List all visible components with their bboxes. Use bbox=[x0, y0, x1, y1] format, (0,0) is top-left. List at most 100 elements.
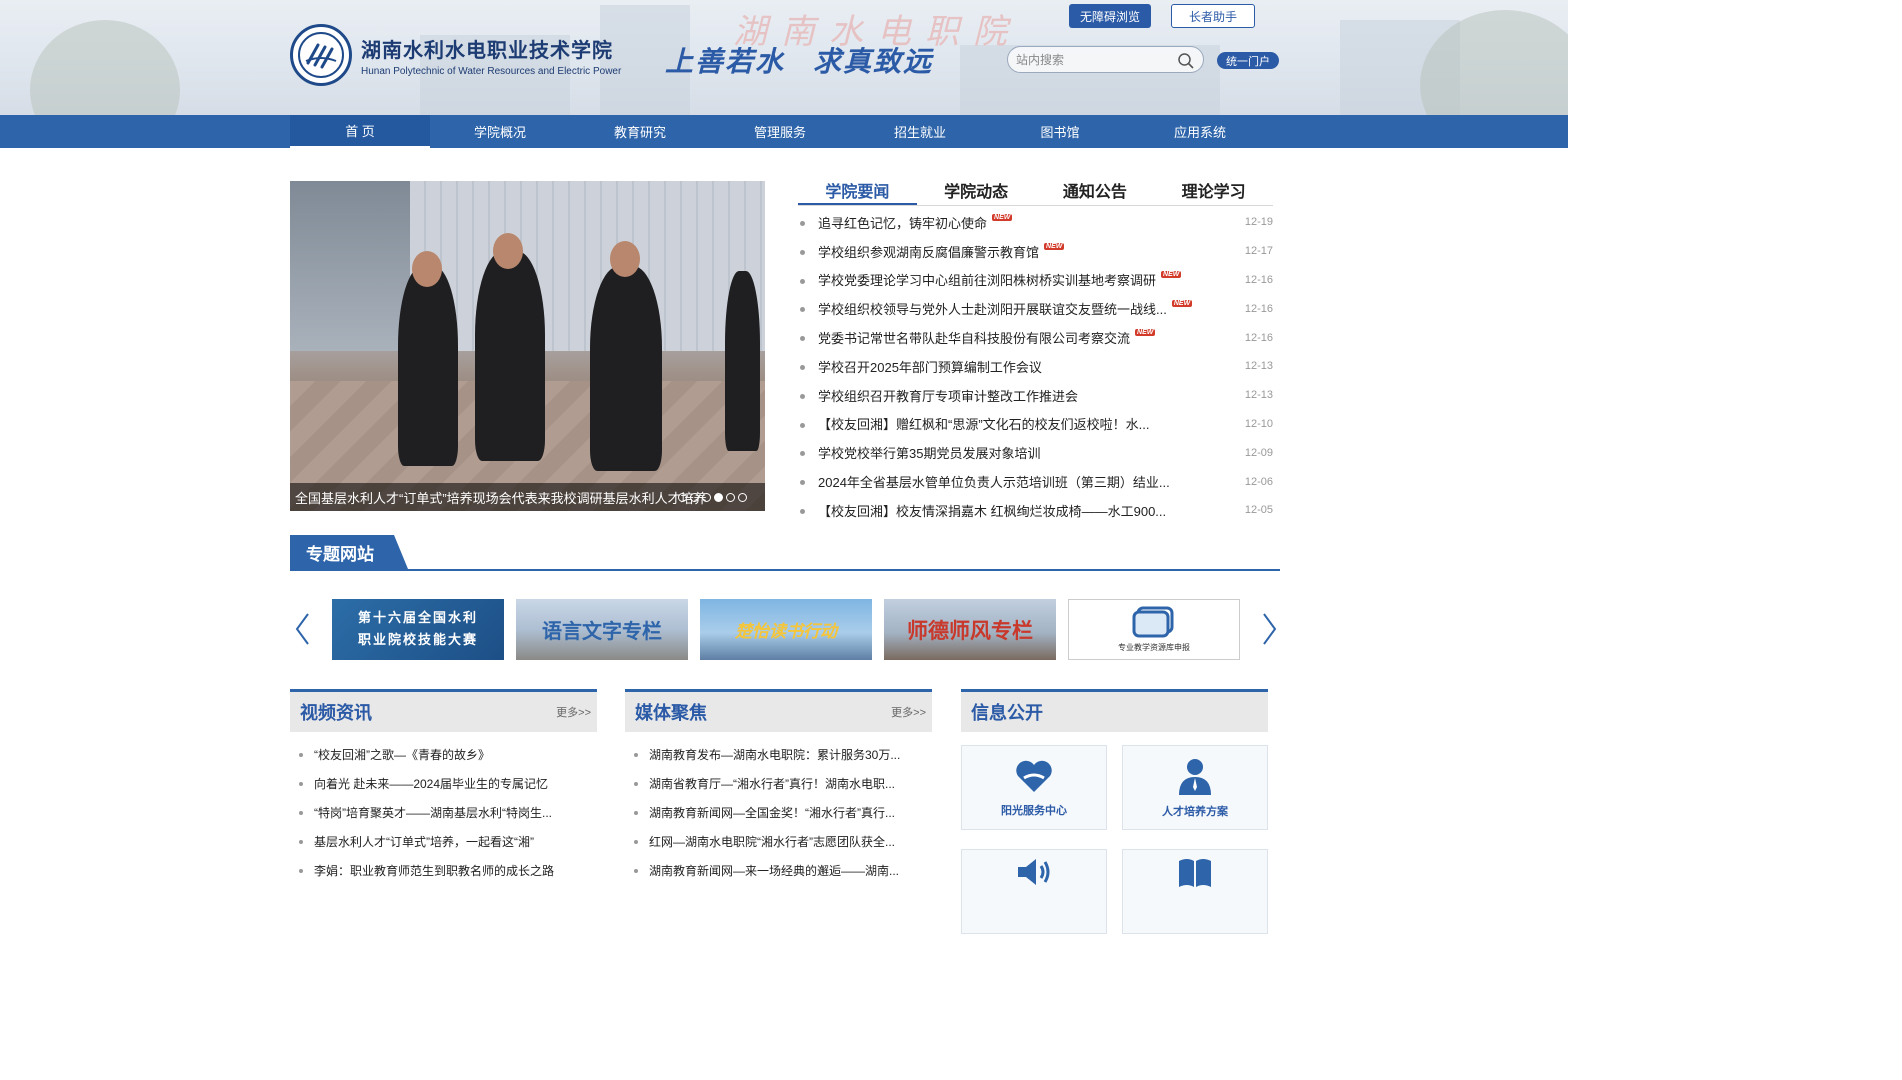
video-news-column: 视频资讯 更多>> “校友回湘”之歌—《青春的故乡》 向着光 赴未来——2024届… bbox=[290, 689, 597, 885]
news-item-title[interactable]: 学校召开2025年部门预算编制工作会议 bbox=[818, 357, 1042, 376]
video-news-item[interactable]: “校友回湘”之歌—《青春的故乡》 bbox=[290, 740, 597, 769]
video-news-item[interactable]: “特岗”培育聚英才——湖南基层水利“特岗生... bbox=[290, 798, 597, 827]
video-news-item[interactable]: 基层水利人才“订单式”培养，一起看这“湘” bbox=[290, 827, 597, 856]
special-site-teacher-ethics[interactable]: 师德师风专栏 bbox=[884, 599, 1056, 660]
media-focus-list: 湖南教育发布—湖南水电职院：累计服务30万... 湖南省教育厅—“湘水行者”真行！… bbox=[625, 740, 932, 885]
news-item-date: 12-19 bbox=[1244, 216, 1273, 229]
media-focus-item[interactable]: 湖南教育发布—湖南水电职院：累计服务30万... bbox=[625, 740, 932, 769]
nav-item-education-research[interactable]: 教育研究 bbox=[570, 115, 710, 148]
news-item[interactable]: 学校党委理论学习中心组前往浏阳株树桥实训基地考察调研 NEW 12-16 bbox=[798, 266, 1273, 295]
nav-item-management-service[interactable]: 管理服务 bbox=[710, 115, 850, 148]
college-logo[interactable]: 湖南水利水电职业技术学院 Hunan Polytechnic of Water … bbox=[290, 24, 621, 86]
slide-photo-building bbox=[410, 181, 765, 351]
slider-dot[interactable] bbox=[678, 493, 687, 502]
news-item[interactable]: 追寻红色记忆，铸牢初心使命 NEW 12-19 bbox=[798, 208, 1273, 237]
tab-theory-study[interactable]: 理论学习 bbox=[1154, 172, 1273, 205]
news-item-title[interactable]: 学校组织参观湖南反腐倡廉警示教育馆 bbox=[818, 242, 1039, 261]
special-site-skills-contest[interactable]: 第十六届全国水利职业院校技能大赛 bbox=[332, 599, 504, 660]
search-input[interactable] bbox=[1016, 52, 1176, 67]
slider-dot[interactable] bbox=[702, 493, 711, 502]
special-sites-carousel: 第十六届全国水利职业院校技能大赛 语言文字专栏 楚怡读书行动 师德师风专栏 专业… bbox=[332, 599, 1240, 660]
speaker-icon bbox=[1018, 858, 1050, 885]
video-more-link[interactable]: 更多>> bbox=[556, 704, 591, 720]
special-site-label: 师德师风专栏 bbox=[907, 617, 1033, 643]
special-sites-header: 专题网站 bbox=[290, 535, 1280, 571]
special-site-label: 第十六届全国水利职业院校技能大赛 bbox=[357, 610, 478, 648]
info-item-announcement[interactable] bbox=[961, 849, 1107, 934]
slider-dot[interactable] bbox=[738, 493, 747, 502]
news-item-date: 12-16 bbox=[1244, 302, 1273, 315]
slide-photo-face bbox=[493, 233, 523, 269]
nav-item-about[interactable]: 学院概况 bbox=[430, 115, 570, 148]
tab-college-updates[interactable]: 学院动态 bbox=[917, 172, 1036, 205]
nav-item-home[interactable]: 首 页 bbox=[290, 115, 430, 148]
slider-dot[interactable] bbox=[690, 493, 699, 502]
nav-item-applications[interactable]: 应用系统 bbox=[1130, 115, 1270, 148]
news-item[interactable]: 学校组织校领导与党外人士赴浏阳开展联谊交友暨统一战线... NEW 12-16 bbox=[798, 294, 1273, 323]
person-icon bbox=[1179, 758, 1211, 795]
slider-dot[interactable] bbox=[726, 493, 735, 502]
school-motto: 上善若水 求真致远 bbox=[665, 40, 933, 80]
heart-hand-icon bbox=[1016, 760, 1052, 792]
news-item-title[interactable]: 2024年全省基层水管单位负责人示范培训班（第三期）结业... bbox=[818, 472, 1170, 491]
video-news-item[interactable]: 李娟：职业教育师范生到职教名师的成长之路 bbox=[290, 856, 597, 885]
accessibility-button[interactable]: 无障碍浏览 bbox=[1069, 4, 1151, 28]
special-site-resource-library[interactable]: 专业教学资源库申报 bbox=[1068, 599, 1240, 660]
news-item[interactable]: 2024年全省基层水管单位负责人示范培训班（第三期）结业... 12-06 bbox=[798, 467, 1273, 496]
news-item-date: 12-16 bbox=[1244, 273, 1273, 286]
college-name-cn: 湖南水利水电职业技术学院 bbox=[361, 37, 613, 62]
special-site-reading[interactable]: 楚怡读书行动 bbox=[700, 599, 872, 660]
news-item[interactable]: 学校召开2025年部门预算编制工作会议 12-13 bbox=[798, 352, 1273, 381]
tab-college-news[interactable]: 学院要闻 bbox=[798, 172, 917, 205]
info-item-label: 人才培养方案 bbox=[1162, 805, 1228, 818]
news-item-title[interactable]: 学校组织校领导与党外人士赴浏阳开展联谊交友暨统一战线... bbox=[818, 299, 1167, 318]
news-slider[interactable]: 全国基层水利人才“订单式”培养现场会代表来我校调研基层水利人才培养 bbox=[290, 181, 765, 511]
slide-photo-person bbox=[398, 266, 458, 466]
news-item-date: 12-05 bbox=[1244, 504, 1273, 517]
news-item-title[interactable]: 追寻红色记忆，铸牢初心使命 bbox=[818, 213, 987, 232]
slider-dot-active[interactable] bbox=[714, 493, 723, 502]
video-news-item[interactable]: 向着光 赴未来——2024届毕业生的专属记忆 bbox=[290, 769, 597, 798]
college-seal-icon bbox=[290, 24, 352, 86]
news-item-title[interactable]: 学校党委理论学习中心组前往浏阳株树桥实训基地考察调研 bbox=[818, 270, 1156, 289]
news-item-date: 12-16 bbox=[1244, 331, 1273, 344]
new-badge-icon: NEW bbox=[1044, 242, 1065, 250]
info-item-label: 阳光服务中心 bbox=[1001, 804, 1067, 817]
search-icon[interactable] bbox=[1177, 52, 1195, 75]
special-site-label: 楚怡读书行动 bbox=[735, 622, 837, 642]
video-news-list: “校友回湘”之歌—《青春的故乡》 向着光 赴未来——2024届毕业生的专属记忆 “特… bbox=[290, 740, 597, 885]
nav-item-admission-employment[interactable]: 招生就业 bbox=[850, 115, 990, 148]
info-item-sunshine-service[interactable]: 阳光服务中心 bbox=[961, 745, 1107, 830]
news-item[interactable]: 党委书记常世名带队赴华自科技股份有限公司考察交流 NEW 12-16 bbox=[798, 323, 1273, 352]
news-item-title[interactable]: 学校组织召开教育厅专项审计整改工作推进会 bbox=[818, 386, 1078, 405]
nav-item-library[interactable]: 图书馆 bbox=[990, 115, 1130, 148]
info-item-handbook[interactable] bbox=[1122, 849, 1268, 934]
news-item-title[interactable]: 【校友回湘】校友情深捐嘉木 红枫绚烂妆成椅——水工900... bbox=[818, 501, 1166, 520]
media-focus-item[interactable]: 红网—湖南水电职院“湘水行者”志愿团队获全... bbox=[625, 827, 932, 856]
media-more-link[interactable]: 更多>> bbox=[891, 704, 926, 720]
media-focus-item[interactable]: 湖南省教育厅—“湘水行者”真行！湖南水电职... bbox=[625, 769, 932, 798]
info-item-training-plan[interactable]: 人才培养方案 bbox=[1122, 745, 1268, 830]
news-item-title[interactable]: 党委书记常世名带队赴华自科技股份有限公司考察交流 bbox=[818, 328, 1130, 347]
news-item-title[interactable]: 学校党校举行第35期党员发展对象培训 bbox=[818, 443, 1040, 462]
news-item[interactable]: 学校组织参观湖南反腐倡廉警示教育馆 NEW 12-17 bbox=[798, 237, 1273, 266]
special-site-language[interactable]: 语言文字专栏 bbox=[516, 599, 688, 660]
news-item-date: 12-13 bbox=[1244, 360, 1273, 373]
special-site-label: 语言文字专栏 bbox=[542, 619, 662, 643]
carousel-prev-button[interactable] bbox=[292, 612, 312, 646]
news-item[interactable]: 学校党校举行第35期党员发展对象培训 12-09 bbox=[798, 438, 1273, 467]
carousel-next-button[interactable] bbox=[1260, 612, 1280, 646]
media-focus-item[interactable]: 湖南教育新闻网—来一场经典的邂逅——湖南... bbox=[625, 856, 932, 885]
news-item[interactable]: 学校组织召开教育厅专项审计整改工作推进会 12-13 bbox=[798, 381, 1273, 410]
slide-photo-person bbox=[590, 266, 662, 471]
new-badge-icon: NEW bbox=[992, 213, 1013, 221]
news-item[interactable]: 【校友回湘】赠红枫和“思源”文化石的校友们返校啦！水... 12-10 bbox=[798, 410, 1273, 439]
unified-portal-button[interactable]: 统一门户 bbox=[1217, 52, 1279, 69]
tab-notices[interactable]: 通知公告 bbox=[1036, 172, 1155, 205]
elder-assistant-button[interactable]: 长者助手 bbox=[1171, 4, 1255, 28]
media-focus-item[interactable]: 湖南教育新闻网—全国金奖！“湘水行者”真行... bbox=[625, 798, 932, 827]
news-item[interactable]: 【校友回湘】校友情深捐嘉木 红枫绚烂妆成椅——水工900... 12-05 bbox=[798, 496, 1273, 525]
media-focus-title: 媒体聚焦 bbox=[635, 703, 707, 723]
news-item-title[interactable]: 【校友回湘】赠红枫和“思源”文化石的校友们返校啦！水... bbox=[818, 414, 1150, 433]
chevron-left-icon bbox=[295, 613, 309, 645]
